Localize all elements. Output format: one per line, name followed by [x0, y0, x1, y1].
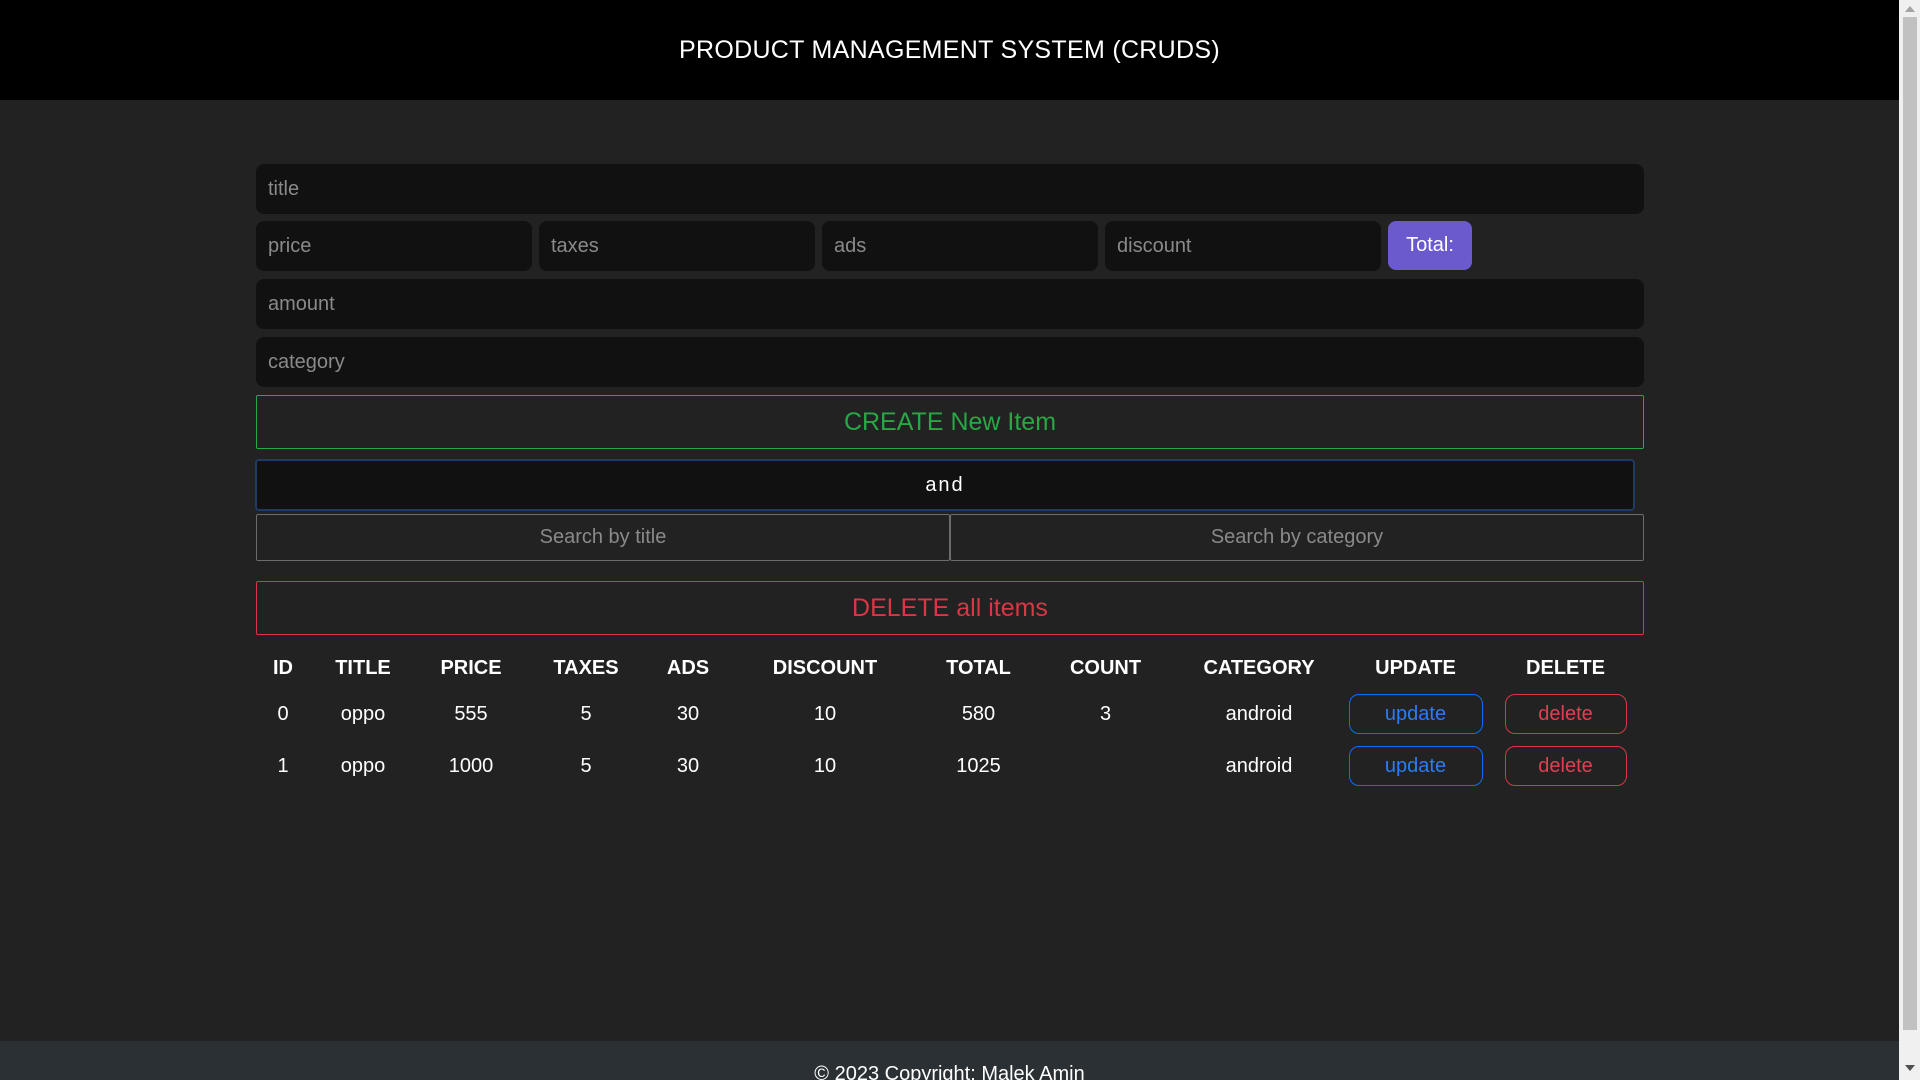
delete-button[interactable]: delete: [1504, 746, 1627, 786]
search-input[interactable]: [255, 459, 1635, 511]
cell-ads: 30: [676, 702, 700, 725]
title-input[interactable]: [256, 164, 1644, 214]
table-row: 0 oppo 555 5 30 10 580 3 android update …: [256, 688, 1644, 740]
page-footer: © 2023 Copyright: Malek Amin: [0, 1041, 1899, 1080]
cell-discount: 10: [813, 702, 837, 725]
cell-category: android: [1225, 754, 1293, 777]
header-delete: DELETE: [1526, 656, 1605, 679]
cell-title: oppo: [340, 754, 386, 777]
delete-all-button[interactable]: DELETE all items: [256, 581, 1644, 635]
header-price: PRICE: [440, 656, 502, 679]
header-ads: ADS: [666, 656, 710, 679]
header-count: COUNT: [1069, 656, 1142, 679]
cell-price: 1000: [448, 754, 494, 777]
cell-title: oppo: [340, 702, 386, 725]
copyright-text: © 2023 Copyright: Malek Amin: [814, 1063, 1085, 1080]
cell-total: 580: [961, 702, 996, 725]
cell-taxes: 5: [580, 754, 592, 777]
cell-count: [1037, 740, 1174, 792]
discount-input[interactable]: [1105, 221, 1381, 271]
header-taxes: TAXES: [553, 656, 619, 679]
taxes-input[interactable]: [539, 221, 815, 271]
page-title: PRODUCT MANAGEMENT SYSTEM (CRUDS): [679, 35, 1220, 64]
category-input[interactable]: [256, 337, 1644, 387]
header-total: TOTAL: [946, 656, 1011, 679]
header-category: CATEGORY: [1203, 656, 1315, 679]
header-update: UPDATE: [1375, 656, 1456, 679]
products-table: ID TITLE PRICE TAXES ADS DISCOUNT TOTAL …: [256, 648, 1644, 792]
cell-price: 555: [454, 702, 488, 725]
cell-total: 1025: [956, 754, 1001, 777]
header-title: TITLE: [335, 656, 391, 679]
total-badge: Total:: [1388, 221, 1472, 270]
price-input[interactable]: [256, 221, 532, 271]
scroll-down-arrow-icon[interactable]: [1905, 1065, 1915, 1071]
cell-category: android: [1225, 702, 1293, 725]
cell-ads: 30: [676, 754, 700, 777]
cell-id: 1: [277, 754, 289, 777]
create-item-button[interactable]: CREATE New Item: [256, 395, 1644, 449]
amount-input[interactable]: [256, 279, 1644, 329]
table-header-row: ID TITLE PRICE TAXES ADS DISCOUNT TOTAL …: [256, 648, 1644, 688]
cell-id: 0: [277, 702, 289, 725]
scroll-up-arrow-icon[interactable]: [1905, 6, 1915, 12]
table-row: 1 oppo 1000 5 30 10 1025 android update …: [256, 740, 1644, 792]
header-id: ID: [273, 656, 293, 679]
cell-discount: 10: [813, 754, 837, 777]
search-by-title-button[interactable]: Search by title: [256, 514, 950, 561]
cell-taxes: 5: [580, 702, 592, 725]
page-header: PRODUCT MANAGEMENT SYSTEM (CRUDS): [0, 0, 1899, 100]
ads-input[interactable]: [822, 221, 1098, 271]
header-discount: DISCOUNT: [772, 656, 878, 679]
update-button[interactable]: update: [1348, 694, 1483, 734]
delete-button[interactable]: delete: [1504, 694, 1627, 734]
search-by-category-button[interactable]: Search by category: [950, 514, 1644, 561]
update-button[interactable]: update: [1348, 746, 1483, 786]
cell-count: 3: [1099, 702, 1112, 725]
scrollbar-thumb[interactable]: [1903, 17, 1917, 1030]
